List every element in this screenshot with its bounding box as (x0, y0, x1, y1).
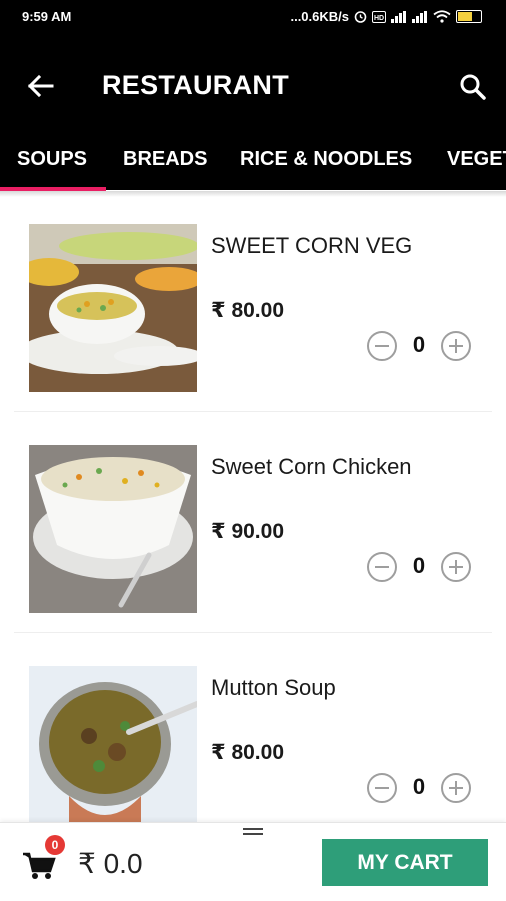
minus-icon[interactable] (367, 331, 397, 361)
tab-breads[interactable]: BREADS (123, 148, 207, 171)
tab-soups[interactable]: SOUPS (17, 148, 87, 171)
tab-rice-noodles[interactable]: RICE & NOODLES (240, 148, 412, 171)
item-image (29, 224, 197, 392)
plus-icon[interactable] (441, 331, 471, 361)
item-name: Sweet Corn Chicken (211, 454, 412, 479)
menu-item: Sweet Corn Chicken ₹ 90.00 0 (0, 412, 506, 633)
plus-icon[interactable] (441, 773, 471, 803)
menu-item: Mutton Soup ₹ 80.00 0 (0, 633, 506, 854)
search-icon[interactable] (458, 72, 488, 102)
svg-text:HD: HD (374, 15, 384, 22)
menu-item: SWEET CORN VEG ₹ 80.00 0 (0, 191, 506, 412)
bottom-bar: 0 ₹ 0.0 MY CART (0, 822, 506, 901)
page-title: RESTAURANT (102, 70, 289, 100)
network-speed: ...0.6KB/s (290, 9, 349, 24)
wifi-icon (433, 10, 451, 23)
item-quantity: 0 (412, 774, 426, 799)
drag-handle-icon[interactable] (243, 828, 263, 838)
shopping-cart-icon[interactable] (22, 851, 56, 881)
category-tabs: SOUPS BREADS RICE & NOODLES VEGET (0, 138, 506, 190)
status-icons: ...0.6KB/s HD (290, 9, 482, 24)
minus-icon[interactable] (367, 773, 397, 803)
battery-icon (456, 10, 482, 23)
item-price: ₹ 80.00 (211, 299, 284, 322)
signal-icon (412, 10, 428, 23)
cart-total: ₹ 0.0 (78, 848, 143, 879)
item-image (29, 445, 197, 613)
item-price: ₹ 80.00 (211, 741, 284, 764)
my-cart-button[interactable]: MY CART (322, 839, 488, 886)
item-image (29, 666, 197, 834)
status-bar: 9:59 AM ...0.6KB/s HD (0, 0, 506, 34)
arrow-left-icon[interactable] (26, 74, 54, 98)
alarm-icon (354, 11, 367, 23)
app-bar: RESTAURANT (0, 34, 506, 138)
signal-icon (391, 10, 407, 23)
item-quantity: 0 (412, 553, 426, 578)
minus-icon[interactable] (367, 552, 397, 582)
cart-badge: 0 (45, 835, 65, 855)
item-price: ₹ 90.00 (211, 520, 284, 543)
status-time: 9:59 AM (22, 9, 72, 24)
hd-icon: HD (372, 10, 386, 23)
item-name: Mutton Soup (211, 675, 336, 700)
item-quantity: 0 (412, 332, 426, 357)
tab-vegetables[interactable]: VEGET (447, 148, 506, 171)
plus-icon[interactable] (441, 552, 471, 582)
item-name: SWEET CORN VEG (211, 233, 413, 258)
